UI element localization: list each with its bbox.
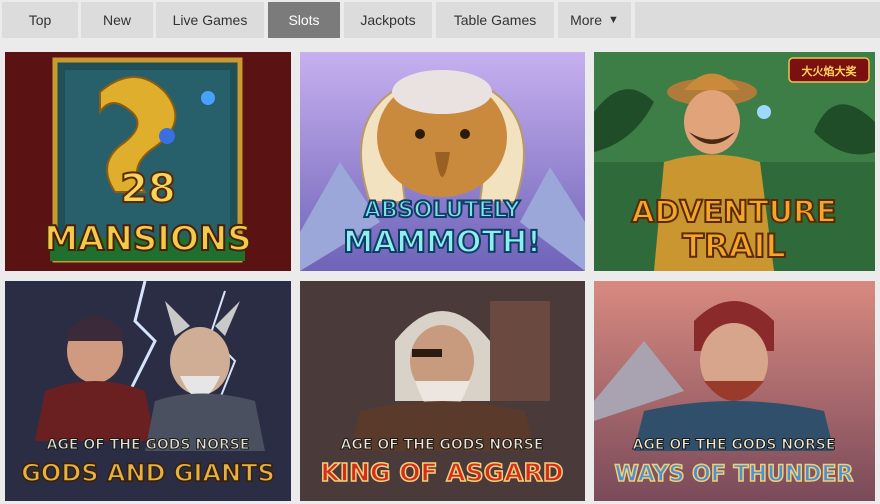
game-artwork: AGE OF THE GODS NORSE KING OF ASGARD [300,281,585,501]
game-title-line1: ADVENTURE [631,195,836,230]
tab-label: Live Games [172,12,248,28]
game-tile-king-of-asgard[interactable]: AGE OF THE GODS NORSE KING OF ASGARD [300,281,585,501]
category-tab-bar: Top New Live Games Slots Jackpots Table … [0,0,880,42]
game-tile-adventure-trail[interactable]: 大火焰大奖 ADVENTURE TRAIL [594,52,875,271]
game-title-line1: AGE OF THE GODS NORSE [341,437,544,453]
game-artwork: ABSOLUTELY MAMMOTH! [300,52,585,271]
game-title-line1: 28 [120,166,176,212]
game-tile-absolutely-mammoth[interactable]: ABSOLUTELY MAMMOTH! [300,52,585,271]
tab-slots[interactable]: Slots [268,2,340,38]
game-tile-28-mansions[interactable]: 28 MANSIONS [5,52,291,271]
game-artwork: AGE OF THE GODS NORSE WAYS OF THUNDER [594,281,875,501]
game-title-line1: ABSOLUTELY [364,198,521,223]
game-title-line2: TRAIL [682,227,786,265]
game-artwork: AGE OF THE GODS NORSE GODS AND GIANTS [5,281,291,501]
tab-label: Jackpots [360,12,416,28]
tab-label: Top [28,12,52,28]
game-grid: 28 MANSIONS ABSOLUTELY MAMMOTH! 大火焰大奖 AD… [0,42,880,504]
game-tile-ways-of-thunder[interactable]: AGE OF THE GODS NORSE WAYS OF THUNDER [594,281,875,501]
game-title-line2: GODS AND GIANTS [21,459,275,487]
game-artwork: 28 MANSIONS [5,52,291,271]
tab-bar-filler [635,2,880,38]
tab-jackpots[interactable]: Jackpots [344,2,432,38]
game-artwork: 大火焰大奖 ADVENTURE TRAIL [594,52,875,271]
tab-label: More [570,12,602,28]
tab-label: Slots [288,12,320,28]
tab-table-games[interactable]: Table Games [436,2,554,38]
tab-new[interactable]: New [81,2,153,38]
game-title-line2: KING OF ASGARD [320,458,563,487]
game-title-line1: AGE OF THE GODS NORSE [47,437,250,453]
game-title-line1: AGE OF THE GODS NORSE [633,437,836,453]
tab-more[interactable]: More ▼ [558,2,631,38]
game-tile-gods-and-giants[interactable]: AGE OF THE GODS NORSE GODS AND GIANTS [5,281,291,501]
badge-text: 大火焰大奖 [802,64,858,78]
game-title-line2: WAYS OF THUNDER [615,462,854,487]
caret-down-icon: ▼ [608,14,619,26]
game-title-line2: MANSIONS [44,219,252,259]
jackpot-badge: 大火焰大奖 [788,57,870,83]
tab-label: Table Games [453,12,537,28]
tab-live-games[interactable]: Live Games [156,2,264,38]
tab-top[interactable]: Top [2,2,78,38]
game-title-line2: MAMMOTH! [343,225,541,260]
tab-label: New [102,12,131,28]
